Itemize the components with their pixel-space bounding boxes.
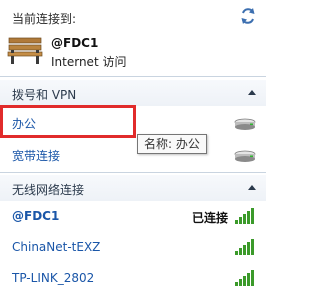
modem-icon	[234, 150, 256, 162]
section-label: 拨号和 VPN	[12, 88, 77, 102]
wifi-signal-icon	[235, 270, 254, 286]
bench-network-icon	[7, 37, 43, 64]
divider	[0, 76, 266, 77]
modem-icon	[234, 118, 256, 130]
wifi-signal-icon	[235, 239, 254, 255]
current-connection-section: 当前连接到: @FDC1 Internet 访问	[0, 0, 266, 76]
connection-name-tooltip: 名称: 办公	[137, 134, 207, 154]
wifi-item-chinanet[interactable]: ChinaNet-tEXZ	[0, 233, 266, 263]
collapse-caret-icon[interactable]	[248, 89, 256, 95]
wifi-signal-icon	[235, 208, 254, 224]
wifi-name: @FDC1	[12, 209, 60, 223]
current-network-name: @FDC1	[51, 36, 99, 50]
refresh-icon[interactable]	[238, 6, 258, 26]
currently-connected-title: 当前连接到:	[12, 12, 77, 26]
divider	[0, 172, 266, 173]
collapse-caret-icon[interactable]	[248, 184, 256, 190]
current-network-status: Internet 访问	[51, 55, 127, 69]
section-header-wireless[interactable]: 无线网络连接	[0, 175, 266, 201]
section-header-dialup-vpn[interactable]: 拨号和 VPN	[0, 80, 266, 106]
network-flyout: 当前连接到: @FDC1 Internet 访问 拨号和 VPN 办公 宽带连接…	[0, 0, 266, 304]
wifi-name: ChinaNet-tEXZ	[12, 240, 101, 254]
selection-highlight-box	[0, 105, 136, 138]
connection-name: 宽带连接	[12, 149, 61, 163]
connection-item-broadband[interactable]: 宽带连接	[0, 140, 266, 170]
wifi-item-fdc1[interactable]: @FDC1 已连接	[0, 202, 266, 232]
wifi-name: TP-LINK_2802	[12, 271, 95, 285]
wifi-connected-status: 已连接	[191, 211, 228, 225]
wifi-item-tplink[interactable]: TP-LINK_2802	[0, 264, 266, 294]
section-label: 无线网络连接	[12, 183, 85, 197]
